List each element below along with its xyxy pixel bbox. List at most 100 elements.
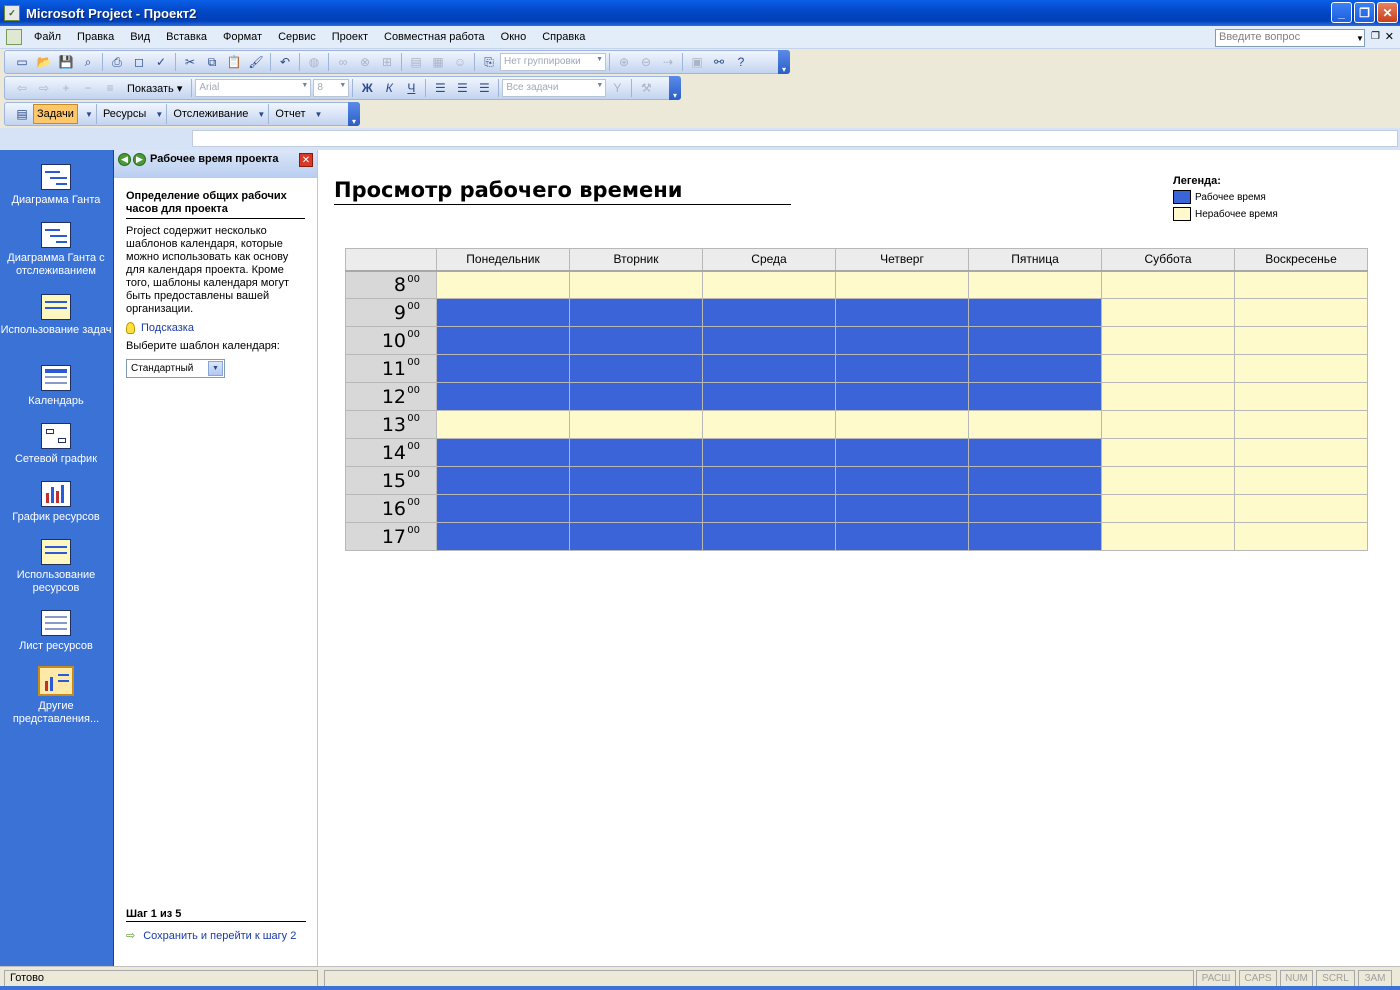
notes-icon[interactable]: ▦ — [427, 52, 449, 72]
guide-resources-button[interactable]: Ресурсы — [95, 104, 152, 124]
split-icon[interactable]: ⊞ — [376, 52, 398, 72]
preview-icon[interactable]: ◻ — [128, 52, 150, 72]
autofilter-icon[interactable]: Y — [606, 78, 628, 98]
hour-value: 8 — [393, 273, 406, 296]
hint-link[interactable]: Подсказка — [126, 322, 305, 334]
undo-icon[interactable]: ↶ — [274, 52, 296, 72]
resources-dropdown-icon[interactable]: ▼ — [152, 104, 166, 124]
menu-file[interactable]: Файл — [26, 31, 69, 43]
save-icon[interactable]: 💾 — [55, 52, 77, 72]
align-center-icon[interactable]: ☰ — [451, 78, 473, 98]
task-info-icon[interactable]: ▤ — [405, 52, 427, 72]
show-dropdown[interactable]: Показать ▾ — [121, 82, 188, 95]
view-resource-graph[interactable]: График ресурсов — [0, 481, 112, 524]
view-resource-sheet[interactable]: Лист ресурсов — [0, 610, 112, 653]
align-left-icon[interactable]: ☰ — [429, 78, 451, 98]
formatting-options-icon[interactable]: ▾ — [669, 76, 681, 100]
view-more-views[interactable]: Другие представления... — [0, 666, 112, 726]
guide-tracking-button[interactable]: Отслеживание — [166, 104, 254, 124]
globe-icon[interactable]: ◍ — [303, 52, 325, 72]
guide-toggle-icon[interactable]: ▤ — [11, 104, 33, 124]
font-size-combo[interactable]: 8 ▼ — [313, 79, 350, 97]
tracking-dropdown-icon[interactable]: ▼ — [254, 104, 268, 124]
view-network[interactable]: Сетевой график — [0, 423, 112, 466]
menu-tools[interactable]: Сервис — [270, 31, 324, 43]
spelling-icon[interactable]: ✓ — [150, 52, 172, 72]
ask-question-input[interactable]: Введите вопрос — [1215, 29, 1365, 47]
zoom-in-icon[interactable]: ⊕ — [613, 52, 635, 72]
format-painter-icon[interactable]: 🖌 — [245, 52, 267, 72]
menu-project[interactable]: Проект — [324, 31, 376, 43]
underline-button[interactable]: Ч — [400, 78, 422, 98]
print-icon[interactable]: ⎙ — [106, 52, 128, 72]
chevron-down-icon: ▼ — [208, 361, 223, 376]
copy-icon[interactable]: ⧉ — [201, 52, 223, 72]
bold-button[interactable]: Ж — [356, 78, 378, 98]
menu-insert[interactable]: Вставка — [158, 31, 215, 43]
task-pane-close-icon[interactable]: ✕ — [299, 153, 313, 167]
guide-tasks-button[interactable]: Задачи — [33, 104, 78, 124]
menu-collaborate[interactable]: Совместная работа — [376, 31, 493, 43]
zoom-out-icon[interactable]: ⊖ — [635, 52, 657, 72]
menu-edit[interactable]: Правка — [69, 31, 122, 43]
nonworking-time-cell — [1234, 298, 1368, 327]
entry-field[interactable] — [192, 130, 1398, 147]
guide-report-button[interactable]: Отчет — [268, 104, 311, 124]
assign-resources-icon[interactable]: ☺ — [449, 52, 471, 72]
report-dropdown-icon[interactable]: ▼ — [312, 104, 326, 124]
view-calendar[interactable]: Календарь — [0, 365, 112, 408]
cut-icon[interactable]: ✂ — [179, 52, 201, 72]
working-time-cell — [968, 382, 1102, 411]
project-app-icon[interactable]: ✓ — [4, 5, 20, 21]
menu-format[interactable]: Формат — [215, 31, 270, 43]
doc-close-icon[interactable]: ✕ — [1385, 30, 1394, 43]
wizard-icon[interactable]: ▣ — [686, 52, 708, 72]
tasks-dropdown-icon[interactable]: ▼ — [82, 104, 96, 124]
menu-view[interactable]: Вид — [122, 31, 158, 43]
guide-options-icon[interactable]: ▾ — [348, 102, 360, 126]
new-icon[interactable]: ▭ — [11, 52, 33, 72]
nonworking-time-cell — [1101, 270, 1235, 299]
search-icon[interactable]: ⌕ — [77, 52, 99, 72]
gantt-wizard-icon[interactable]: ⚒ — [635, 78, 657, 98]
align-right-icon[interactable]: ☰ — [473, 78, 495, 98]
paste-icon[interactable]: 📋 — [223, 52, 245, 72]
ask-dropdown-icon[interactable]: ▼ — [1353, 29, 1367, 47]
filter-combo[interactable]: Все задачи ▼ — [502, 79, 607, 97]
nonworking-time-cell — [1234, 410, 1368, 439]
help-icon[interactable]: ? — [730, 52, 752, 72]
view-resource-usage[interactable]: Использование ресурсов — [0, 539, 112, 595]
minimize-button[interactable]: _ — [1331, 2, 1352, 23]
unlink-icon[interactable]: ⊗ — [354, 52, 376, 72]
restore-button[interactable]: ❐ — [1354, 2, 1375, 23]
doc-restore-icon[interactable]: ❐ — [1371, 31, 1380, 42]
indent-icon[interactable]: ⇨ — [33, 78, 55, 98]
menu-window[interactable]: Окно — [493, 31, 535, 43]
open-icon[interactable]: 📂 — [33, 52, 55, 72]
forward-icon[interactable]: ▶ — [133, 153, 146, 166]
calendar-template-select[interactable]: Стандартный ▼ — [126, 359, 225, 378]
toolbar-options-icon[interactable]: ▾ — [778, 50, 790, 74]
menu-help[interactable]: Справка — [534, 31, 593, 43]
view-tracking-gantt[interactable]: Диаграмма Ганта с отслеживанием — [0, 222, 112, 278]
view-task-usage[interactable]: Использование задач — [0, 294, 112, 337]
document-icon[interactable] — [6, 29, 22, 45]
view-gantt[interactable]: Диаграмма Ганта — [0, 164, 112, 207]
outline-icon[interactable]: ≡ — [99, 78, 121, 98]
show-subtasks-icon[interactable]: + — [55, 78, 77, 98]
hour-minutes: 00 — [407, 301, 420, 312]
hide-subtasks-icon[interactable]: − — [77, 78, 99, 98]
network-icon[interactable]: ⚯ — [708, 52, 730, 72]
goto-task-icon[interactable]: ⇢ — [657, 52, 679, 72]
save-next-link[interactable]: ⇨ Сохранить и перейти к шагу 2 — [126, 930, 306, 943]
font-name-combo[interactable]: Arial ▼ — [195, 79, 312, 97]
outdent-icon[interactable]: ⇦ — [11, 78, 33, 98]
copy-picture-icon[interactable]: ⎘ — [478, 52, 500, 72]
grouping-combo[interactable]: Нет группировки ▼ — [500, 53, 606, 71]
working-time-cell — [835, 494, 969, 523]
link-icon[interactable]: ∞ — [332, 52, 354, 72]
status-ready: Готово — [4, 970, 318, 987]
italic-button[interactable]: К — [378, 78, 400, 98]
close-button[interactable]: ✕ — [1377, 2, 1398, 23]
back-icon[interactable]: ◀ — [118, 153, 131, 166]
